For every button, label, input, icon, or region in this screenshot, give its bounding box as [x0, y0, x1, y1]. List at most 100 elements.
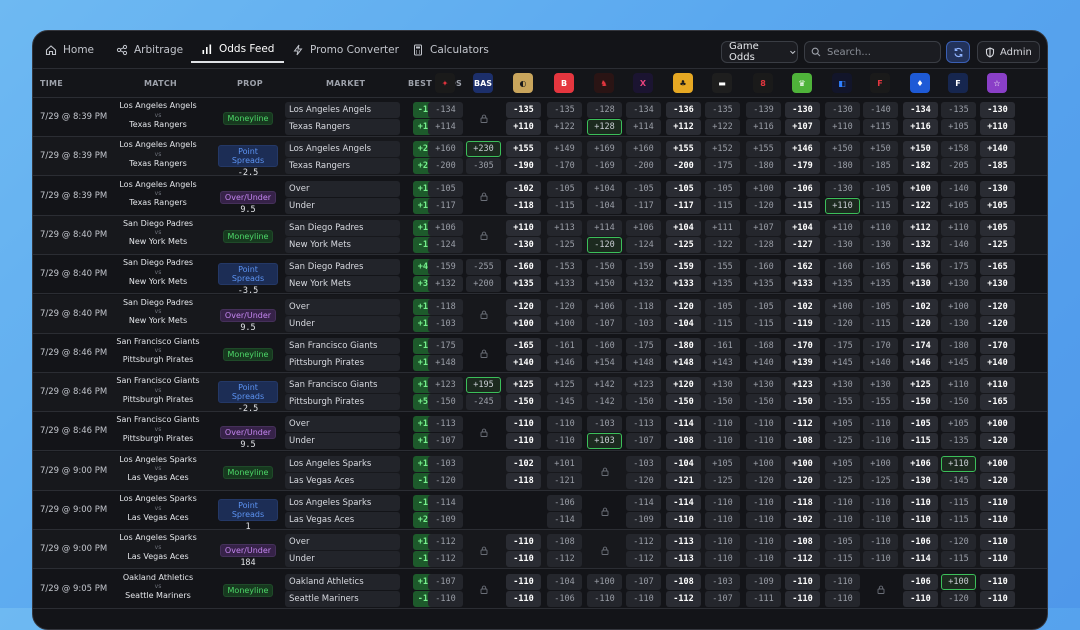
- odds-cell[interactable]: -175: [941, 259, 976, 276]
- odds-cell[interactable]: -103: [705, 573, 740, 590]
- odds-cell[interactable]: +105: [705, 455, 740, 472]
- market-cell[interactable]: Pittsburgh Pirates: [285, 354, 400, 371]
- odds-cell[interactable]: +105: [941, 119, 976, 135]
- book-logo-1[interactable]: ✦: [435, 73, 455, 93]
- odds-cell[interactable]: +130: [941, 276, 976, 293]
- odds-cell[interactable]: +130: [705, 377, 740, 394]
- odds-cell[interactable]: -169: [587, 158, 622, 175]
- odds-cell[interactable]: +150: [825, 141, 860, 158]
- market-cell[interactable]: Los Angeles Angels: [285, 102, 400, 118]
- nav-calculators[interactable]: Calculators: [402, 37, 499, 63]
- odds-cell[interactable]: -112: [785, 416, 820, 433]
- odds-cell[interactable]: -115: [941, 512, 976, 528]
- nav-promo-converter[interactable]: Promo Converter: [282, 37, 409, 63]
- market-cell[interactable]: San Diego Padres: [285, 259, 400, 276]
- odds-cell[interactable]: -110: [705, 551, 740, 568]
- book-logo-4[interactable]: B: [554, 73, 574, 93]
- nav-odds-feed[interactable]: Odds Feed: [191, 37, 285, 63]
- odds-cell[interactable]: -110: [825, 495, 860, 511]
- odds-cell[interactable]: -115: [863, 315, 898, 332]
- market-cell[interactable]: Over: [285, 416, 400, 433]
- odds-cell[interactable]: -175: [428, 337, 463, 354]
- odds-cell[interactable]: -104: [666, 315, 701, 332]
- odds-cell[interactable]: +100: [980, 455, 1015, 472]
- odds-cell[interactable]: -135: [941, 433, 976, 450]
- odds-cell[interactable]: +133: [785, 276, 820, 293]
- odds-cell[interactable]: +160: [428, 141, 463, 158]
- odds-cell[interactable]: -114: [547, 512, 582, 528]
- odds-cell[interactable]: -110: [547, 433, 582, 450]
- odds-cell[interactable]: -142: [587, 394, 622, 411]
- odds-cell[interactable]: +111: [705, 219, 740, 236]
- odds-cell[interactable]: -110: [863, 534, 898, 551]
- market-cell[interactable]: Pittsburgh Pirates: [285, 394, 400, 411]
- odds-cell[interactable]: -120: [941, 534, 976, 551]
- odds-cell[interactable]: -170: [785, 337, 820, 354]
- odds-cell[interactable]: -155: [705, 259, 740, 276]
- odds-cell[interactable]: +100: [785, 455, 820, 472]
- odds-cell[interactable]: -115: [785, 197, 820, 214]
- odds-cell[interactable]: -114: [903, 551, 938, 568]
- odds-cell[interactable]: -110: [705, 416, 740, 433]
- odds-cell[interactable]: -150: [746, 394, 781, 411]
- admin-button[interactable]: Admin: [977, 41, 1040, 63]
- odds-cell[interactable]: -109: [428, 512, 463, 528]
- odds-cell[interactable]: -115: [705, 315, 740, 332]
- odds-cell[interactable]: +107: [785, 119, 820, 135]
- odds-cell[interactable]: -160: [825, 259, 860, 276]
- market-cell[interactable]: New York Mets: [285, 276, 400, 293]
- odds-cell[interactable]: -102: [785, 298, 820, 315]
- odds-cell[interactable]: -114: [666, 416, 701, 433]
- odds-cell[interactable]: -139: [746, 102, 781, 118]
- odds-cell[interactable]: -110: [506, 551, 541, 568]
- market-cell[interactable]: Over: [285, 180, 400, 197]
- odds-cell[interactable]: +130: [746, 377, 781, 394]
- odds-cell[interactable]: -120: [980, 315, 1015, 332]
- odds-cell[interactable]: +130: [980, 276, 1015, 293]
- market-cell[interactable]: Seattle Mariners: [285, 590, 400, 607]
- odds-cell[interactable]: -110: [980, 590, 1015, 607]
- header-time[interactable]: TIME: [40, 69, 63, 98]
- odds-cell[interactable]: -125: [980, 236, 1015, 253]
- odds-cell[interactable]: -110: [863, 416, 898, 433]
- odds-cell[interactable]: -145: [547, 394, 582, 411]
- odds-cell[interactable]: -111: [746, 590, 781, 607]
- odds-cell[interactable]: +140: [863, 354, 898, 371]
- odds-cell[interactable]: -110: [506, 573, 541, 590]
- odds-cell[interactable]: -161: [547, 337, 582, 354]
- odds-cell[interactable]: -121: [547, 472, 582, 489]
- odds-cell[interactable]: -110: [705, 534, 740, 551]
- odds-cell[interactable]: -118: [428, 298, 463, 315]
- book-logo-11[interactable]: ◧: [832, 73, 852, 93]
- odds-cell[interactable]: -110: [980, 551, 1015, 568]
- odds-cell[interactable]: -114: [666, 495, 701, 511]
- odds-cell[interactable]: -205: [941, 158, 976, 175]
- odds-cell[interactable]: +146: [785, 141, 820, 158]
- odds-cell[interactable]: -150: [626, 394, 661, 411]
- market-cell[interactable]: Texas Rangers: [285, 119, 400, 135]
- odds-cell[interactable]: +160: [626, 141, 661, 158]
- odds-cell[interactable]: -115: [547, 197, 582, 214]
- odds-cell[interactable]: +106: [587, 298, 622, 315]
- odds-cell[interactable]: -150: [666, 394, 701, 411]
- odds-cell[interactable]: -107: [626, 573, 661, 590]
- odds-cell[interactable]: -161: [705, 337, 740, 354]
- odds-cell[interactable]: +132: [626, 276, 661, 293]
- odds-cell[interactable]: -104: [547, 573, 582, 590]
- odds-cell[interactable]: -156: [903, 259, 938, 276]
- book-logo-14[interactable]: F: [948, 73, 968, 93]
- odds-cell[interactable]: -110: [903, 495, 938, 511]
- odds-cell[interactable]: -118: [785, 495, 820, 511]
- odds-cell[interactable]: -127: [785, 236, 820, 253]
- odds-cell[interactable]: +140: [746, 354, 781, 371]
- odds-cell[interactable]: -110: [785, 590, 820, 607]
- odds-cell[interactable]: -110: [626, 590, 661, 607]
- odds-cell[interactable]: -120: [825, 315, 860, 332]
- odds-cell[interactable]: -150: [506, 394, 541, 411]
- odds-cell[interactable]: -128: [587, 102, 622, 118]
- odds-cell[interactable]: -105: [746, 298, 781, 315]
- odds-cell[interactable]: -113: [666, 551, 701, 568]
- odds-cell[interactable]: -120: [506, 298, 541, 315]
- odds-cell[interactable]: -200: [428, 158, 463, 175]
- odds-cell[interactable]: -110: [547, 416, 582, 433]
